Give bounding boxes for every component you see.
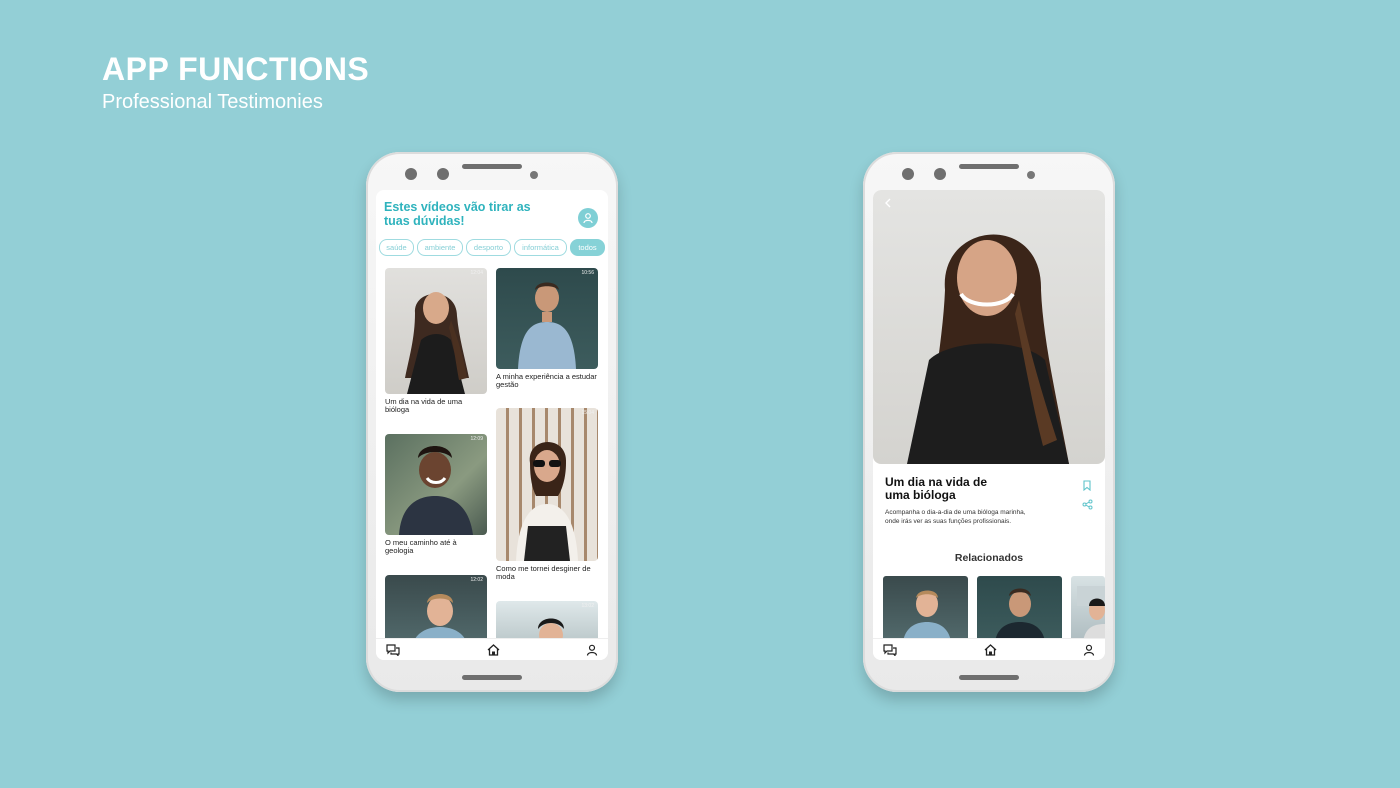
video-duration: 10:56 <box>581 270 594 276</box>
related-heading: Relacionados <box>954 552 1024 564</box>
phone-list-screen: Estes vídeos vão tirar as tuas dúvidas! … <box>366 152 618 692</box>
person-photo <box>995 588 1045 642</box>
video-thumbnail: 12:04 <box>385 268 487 394</box>
video-duration: 12:09 <box>470 436 483 442</box>
bottom-navigation <box>376 638 608 660</box>
video-list-screen: Estes vídeos vão tirar as tuas dúvidas! … <box>376 190 608 660</box>
related-video[interactable] <box>977 576 1062 642</box>
phone-detail-screen: Um dia na vida de uma bióloga Acompanha … <box>863 152 1115 692</box>
action-icons <box>1082 480 1093 510</box>
back-icon[interactable] <box>883 198 893 208</box>
chip-ambiente[interactable]: ambiente <box>417 239 463 256</box>
sensor <box>530 171 538 179</box>
person-photo <box>1077 586 1105 642</box>
share-icon[interactable] <box>1082 499 1093 510</box>
earpiece <box>959 164 1019 169</box>
video-thumbnail: 10:56 <box>496 268 598 369</box>
video-thumbnail: 12:09 <box>385 434 487 535</box>
related-video[interactable] <box>1071 576 1105 642</box>
video-caption: O meu caminho até à geologia <box>385 538 457 555</box>
category-filter: saúde ambiente desporto informática todo… <box>379 239 605 256</box>
video-card[interactable]: 15:04 Como me tornei desginer de moda <box>496 408 598 581</box>
hero-photo <box>907 234 1069 464</box>
person-photo <box>413 594 467 645</box>
video-card[interactable]: 10:56 A minha experiência a estudar gest… <box>496 268 598 389</box>
earpiece <box>462 164 522 169</box>
video-thumbnail: 15:04 <box>496 408 598 561</box>
page-title: APP FUNCTIONS <box>102 51 370 87</box>
screen-title: Estes vídeos vão tirar as tuas dúvidas! <box>384 200 531 228</box>
person-photo <box>518 282 576 369</box>
chat-icon[interactable] <box>386 643 400 656</box>
chip-todos[interactable]: todos <box>570 239 605 256</box>
video-player[interactable] <box>873 190 1105 464</box>
home-icon[interactable] <box>984 643 997 656</box>
user-icon[interactable] <box>1083 644 1095 656</box>
profile-button[interactable] <box>578 208 598 228</box>
person-photo <box>516 441 578 561</box>
video-thumbnail: 12:02 <box>385 575 487 645</box>
chin-speaker <box>462 675 522 680</box>
page-heading: APP FUNCTIONS Professional Testimonies <box>102 52 369 114</box>
video-duration: 15:04 <box>581 410 594 416</box>
video-detail-screen: Um dia na vida de uma bióloga Acompanha … <box>873 190 1105 660</box>
video-caption: Como me tornei desginer de moda <box>496 564 591 581</box>
user-icon[interactable] <box>586 644 598 656</box>
video-card[interactable]: 12:02 <box>385 575 487 645</box>
chat-icon[interactable] <box>883 643 897 656</box>
video-duration: 12:02 <box>470 577 483 583</box>
video-card[interactable]: 12:04 Um dia na vida de uma bióloga <box>385 268 487 414</box>
video-title: Um dia na vida de uma bióloga <box>885 475 988 502</box>
person-photo <box>903 590 951 642</box>
chip-saude[interactable]: saúde <box>379 239 414 256</box>
related-list <box>883 576 1105 642</box>
user-icon <box>583 213 593 224</box>
person-photo <box>405 292 469 394</box>
front-camera <box>437 168 449 180</box>
front-camera <box>405 168 417 180</box>
video-duration: 12:04 <box>470 270 483 276</box>
video-card[interactable]: 12:09 O meu caminho até à geologia <box>385 434 487 555</box>
front-camera <box>934 168 946 180</box>
page-subtitle: Professional Testimonies <box>102 91 323 113</box>
person-photo <box>399 446 473 535</box>
bottom-navigation <box>873 638 1105 660</box>
front-camera <box>902 168 914 180</box>
chip-desporto[interactable]: desporto <box>466 239 511 256</box>
chin-speaker <box>959 675 1019 680</box>
home-icon[interactable] <box>487 643 500 656</box>
video-duration: 13:02 <box>581 603 594 609</box>
chip-informatica[interactable]: informática <box>514 239 567 256</box>
video-caption: A minha experiência a estudar gestão <box>496 372 597 389</box>
video-caption: Um dia na vida de uma bióloga <box>385 397 463 414</box>
bookmark-icon[interactable] <box>1082 480 1092 491</box>
video-description: Acompanha o dia-a-dia de uma bióloga mar… <box>885 509 1026 525</box>
sensor <box>1027 171 1035 179</box>
related-video[interactable] <box>883 576 968 642</box>
